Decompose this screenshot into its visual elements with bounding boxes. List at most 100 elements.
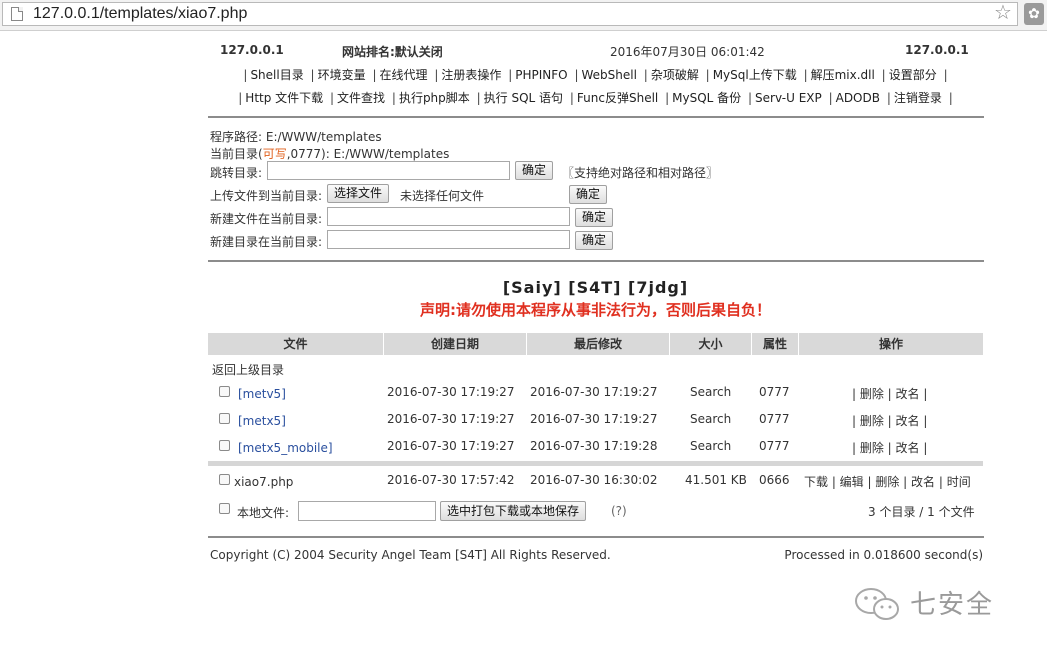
new-file-confirm-button[interactable]: 确定 bbox=[575, 208, 614, 227]
nav-reverse-shell[interactable]: Func反弹Shell bbox=[577, 91, 658, 105]
nav-exec-php[interactable]: 执行php脚本 bbox=[399, 91, 470, 105]
host-left: 127.0.0.1 bbox=[220, 43, 284, 57]
file-size: 41.501 KB bbox=[685, 473, 747, 487]
size-search-link[interactable]: Search bbox=[690, 439, 731, 453]
datetime: 2016年07月30日 06:01:42 bbox=[610, 45, 765, 59]
pack-download-button[interactable]: 选中打包下载或本地保存 bbox=[440, 501, 587, 521]
nav-http-download[interactable]: Http 文件下载 bbox=[245, 91, 323, 105]
nav-mixdll[interactable]: 解压mix.dll bbox=[811, 68, 875, 82]
jump-dir-input[interactable] bbox=[267, 161, 510, 180]
page-icon bbox=[11, 7, 23, 21]
parent-dir-link[interactable]: 返回上级目录 bbox=[212, 361, 284, 378]
row-actions[interactable]: 下载 | 编辑 | 删除 | 改名 | 时间 bbox=[804, 473, 971, 490]
modified-date: 2016-07-30 17:19:27 bbox=[530, 385, 658, 399]
nav-registry[interactable]: 注册表操作 bbox=[441, 68, 501, 82]
permission[interactable]: 0777 bbox=[759, 412, 790, 426]
processed-time: Processed in 0.018600 second(s) bbox=[784, 548, 983, 562]
choose-file-button[interactable]: 选择文件 bbox=[327, 184, 390, 203]
nav-logout[interactable]: 注销登录 bbox=[894, 91, 942, 105]
row-checkbox[interactable] bbox=[219, 386, 230, 397]
nav-adodb[interactable]: ADODB bbox=[836, 91, 880, 105]
jump-hint: 〖支持绝对路径和相对路径〗 bbox=[562, 166, 719, 180]
header-info-row: 127.0.0.1 网站排名:默认关闭 2016年07月30日 06:01:42… bbox=[208, 43, 983, 59]
created-date: 2016-07-30 17:19:27 bbox=[387, 439, 515, 453]
modified-date: 2016-07-30 17:19:28 bbox=[530, 439, 658, 453]
url-text[interactable]: 127.0.0.1/templates/xiao7.php bbox=[33, 5, 247, 23]
bookmark-star-icon[interactable]: ☆ bbox=[994, 0, 1012, 24]
newfile-label: 新建文件在当前目录: bbox=[210, 212, 323, 226]
current-dir-suffix: ,0777): E:/WWW/templates bbox=[286, 147, 450, 161]
local-file-label: 本地文件: bbox=[237, 506, 290, 520]
warning-text: 声明:请勿使用本程序从事非法行为，否则后果自负！ bbox=[419, 301, 771, 319]
address-bar[interactable]: 127.0.0.1/templates/xiao7.php bbox=[2, 2, 1018, 26]
nav-file-search[interactable]: 文件查找 bbox=[337, 91, 385, 105]
upload-confirm-button[interactable]: 确定 bbox=[569, 185, 608, 204]
divider bbox=[208, 536, 984, 538]
nav-webshell[interactable]: WebShell bbox=[582, 68, 637, 82]
copyright: Copyright (C) 2004 Security Angel Team [… bbox=[210, 548, 611, 562]
col-created: 创建日期 bbox=[384, 333, 527, 355]
nav-proxy[interactable]: 在线代理 bbox=[379, 68, 427, 82]
nav-servu-exp[interactable]: Serv-U EXP bbox=[755, 91, 822, 105]
created-date: 2016-07-30 17:19:27 bbox=[387, 412, 515, 426]
nav-shell-dir[interactable]: Shell目录 bbox=[250, 68, 303, 82]
row-checkbox[interactable] bbox=[219, 413, 230, 424]
new-file-input[interactable] bbox=[327, 207, 570, 226]
created-date: 2016-07-30 17:19:27 bbox=[387, 385, 515, 399]
table-header: 文件 创建日期 最后修改 大小 属性 操作 bbox=[208, 333, 983, 355]
new-dir-confirm-button[interactable]: 确定 bbox=[575, 231, 614, 250]
modified-date: 2016-07-30 16:30:02 bbox=[530, 473, 658, 487]
new-dir-input[interactable] bbox=[327, 230, 570, 249]
size-search-link[interactable]: Search bbox=[690, 412, 731, 426]
nav-env-vars[interactable]: 环境变量 bbox=[318, 68, 366, 82]
row-checkbox[interactable] bbox=[219, 474, 230, 485]
nav-settings[interactable]: 设置部分 bbox=[889, 68, 937, 82]
divider bbox=[208, 116, 984, 118]
watermark: 七安全 bbox=[852, 584, 1022, 624]
no-file-chosen: 未选择任何文件 bbox=[400, 189, 485, 203]
row-actions[interactable]: | 删除 | 改名 | bbox=[852, 439, 927, 456]
row-actions[interactable]: | 删除 | 改名 | bbox=[852, 412, 927, 429]
permission[interactable]: 0666 bbox=[759, 473, 790, 487]
rank-label: 网站排名:默认关闭 bbox=[342, 45, 443, 59]
col-actions: 操作 bbox=[878, 337, 903, 351]
host-right: 127.0.0.1 bbox=[905, 43, 969, 57]
current-dir: 当前目录(可写,0777): E:/WWW/templates bbox=[210, 145, 449, 162]
permission[interactable]: 0777 bbox=[759, 385, 790, 399]
brand-title: [Saiy] [S4T] [7jdg] bbox=[502, 278, 689, 297]
select-all-checkbox[interactable] bbox=[219, 503, 230, 514]
upload-label: 上传文件到当前目录: bbox=[210, 189, 323, 203]
row-checkbox[interactable] bbox=[219, 440, 230, 451]
nav-row-1: | Shell目录 | 环境变量 | 在线代理 | 注册表操作 | PHPINFO | We… bbox=[243, 68, 948, 82]
modified-date: 2016-07-30 17:19:27 bbox=[530, 412, 658, 426]
nav-exec-sql[interactable]: 执行 SQL 语句 bbox=[484, 91, 563, 105]
newdir-label: 新建目录在当前目录: bbox=[210, 235, 323, 249]
dir-link[interactable]: [metv5] bbox=[238, 387, 286, 401]
local-file-input[interactable] bbox=[298, 501, 436, 521]
file-name[interactable]: xiao7.php bbox=[234, 475, 293, 489]
divider bbox=[208, 260, 984, 262]
extension-icon[interactable]: ✿ bbox=[1024, 3, 1044, 25]
browser-toolbar: 127.0.0.1/templates/xiao7.php ☆ ✿ bbox=[0, 0, 1047, 31]
nav-mysql-transfer[interactable]: MySql上传下载 bbox=[713, 68, 797, 82]
dir-link[interactable]: [metx5] bbox=[238, 414, 286, 428]
col-size: 大小 bbox=[670, 333, 752, 355]
dir-link[interactable]: [metx5_mobile] bbox=[238, 441, 333, 455]
jump-confirm-button[interactable]: 确定 bbox=[515, 161, 554, 180]
summary-count: 3 个目录 / 1 个文件 bbox=[868, 505, 975, 519]
dir-file-separator bbox=[208, 461, 983, 466]
row-actions[interactable]: | 删除 | 改名 | bbox=[852, 385, 927, 402]
watermark-text: 七安全 bbox=[910, 590, 995, 620]
nav-mysql-backup[interactable]: MySQL 备份 bbox=[672, 91, 741, 105]
permission[interactable]: 0777 bbox=[759, 439, 790, 453]
jump-label: 跳转目录: bbox=[210, 166, 263, 180]
col-file: 文件 bbox=[208, 333, 384, 355]
col-modified: 最后修改 bbox=[527, 333, 670, 355]
nav-phpinfo[interactable]: PHPINFO bbox=[515, 68, 567, 82]
size-search-link[interactable]: Search bbox=[690, 385, 731, 399]
nav-crack[interactable]: 杂项破解 bbox=[651, 68, 699, 82]
help-link[interactable]: (?) bbox=[611, 504, 627, 518]
nav-row-2: | Http 文件下载 | 文件查找 | 执行php脚本 | 执行 SQL 语句 | Fu… bbox=[238, 91, 953, 105]
col-perm: 属性 bbox=[752, 333, 799, 355]
current-dir-prefix: 当前目录( bbox=[210, 147, 263, 161]
